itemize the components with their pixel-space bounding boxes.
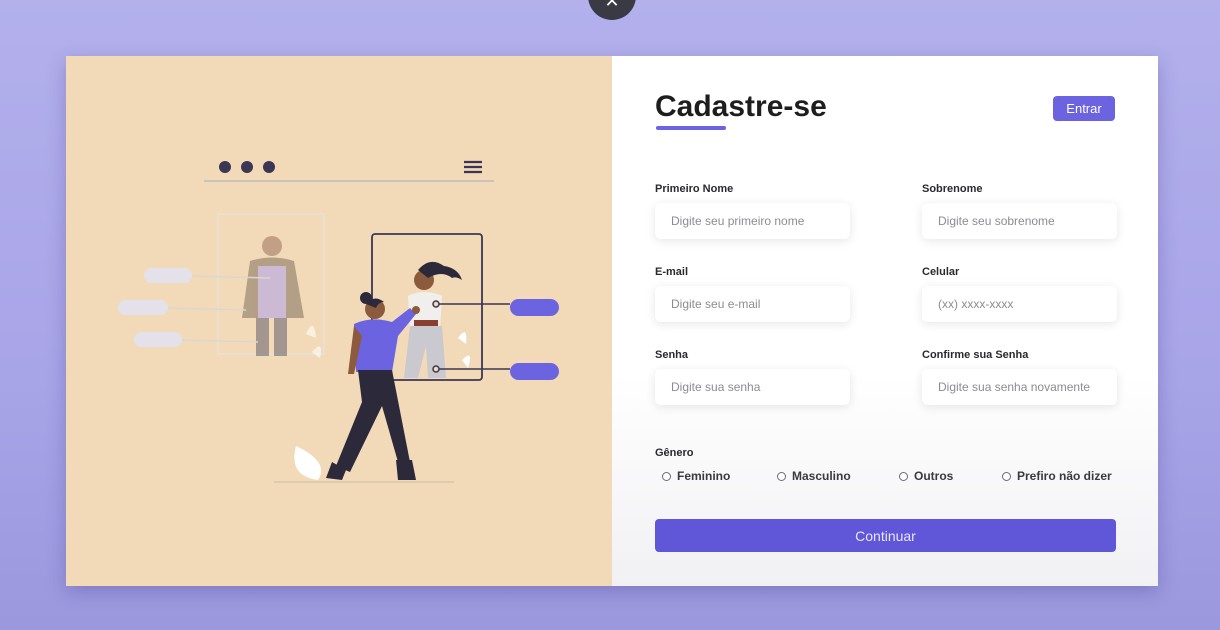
radio-icon[interactable] <box>1002 471 1011 481</box>
phone-field: Celular <box>922 266 1117 322</box>
foreground-figure <box>326 292 420 480</box>
gender-label: Gênero <box>655 447 694 459</box>
radio-icon[interactable] <box>662 471 671 481</box>
password-label: Senha <box>655 349 689 361</box>
close-icon: ✕ <box>604 0 620 11</box>
confirm-password-label: Confirme sua Senha <box>922 349 1029 361</box>
login-button[interactable]: Entrar <box>1053 96 1115 121</box>
title-underline <box>656 126 726 130</box>
email-input[interactable] <box>655 286 850 322</box>
password-field: Senha <box>655 349 850 405</box>
active-callouts <box>432 299 559 380</box>
radio-icon[interactable] <box>777 471 786 481</box>
continue-button[interactable]: Continuar <box>655 519 1116 552</box>
signup-form-panel: Cadastre-se Entrar Primeiro Nome Sobreno… <box>612 56 1158 586</box>
last-name-label: Sobrenome <box>922 183 983 195</box>
browser-window-dots <box>219 161 275 173</box>
first-name-input[interactable] <box>655 203 850 239</box>
confirm-password-field: Confirme sua Senha <box>922 349 1117 405</box>
page-title: Cadastre-se <box>655 90 827 123</box>
close-button[interactable]: ✕ <box>588 0 636 20</box>
first-name-label: Primeiro Nome <box>655 183 734 195</box>
last-name-input[interactable] <box>922 203 1117 239</box>
gender-option-prefiro-nao-dizer[interactable]: Prefiro não dizer <box>1002 469 1112 483</box>
leaf-decoration <box>294 446 322 480</box>
gender-option-label: Outros <box>914 469 954 483</box>
faded-figure <box>242 236 321 358</box>
gender-option-label: Masculino <box>792 469 851 483</box>
gender-option-masculino[interactable]: Masculino <box>777 469 851 483</box>
password-input[interactable] <box>655 369 850 405</box>
menu-icon <box>464 160 482 174</box>
email-label: E-mail <box>655 266 689 278</box>
signup-card: Cadastre-se Entrar Primeiro Nome Sobreno… <box>66 56 1158 586</box>
illustration <box>118 160 559 483</box>
gender-option-feminino[interactable]: Feminino <box>662 469 730 483</box>
framed-figure <box>404 261 470 378</box>
radio-icon[interactable] <box>899 471 908 481</box>
confirm-password-input[interactable] <box>922 369 1117 405</box>
gender-option-label: Prefiro não dizer <box>1017 469 1112 483</box>
email-field: E-mail <box>655 266 850 322</box>
last-name-field: Sobrenome <box>922 183 1117 239</box>
phone-input[interactable] <box>922 286 1117 322</box>
first-name-field: Primeiro Nome <box>655 183 850 239</box>
gender-option-outros[interactable]: Outros <box>899 469 953 483</box>
illustration-panel <box>66 56 612 586</box>
phone-label: Celular <box>922 266 960 278</box>
gender-option-label: Feminino <box>677 469 731 483</box>
